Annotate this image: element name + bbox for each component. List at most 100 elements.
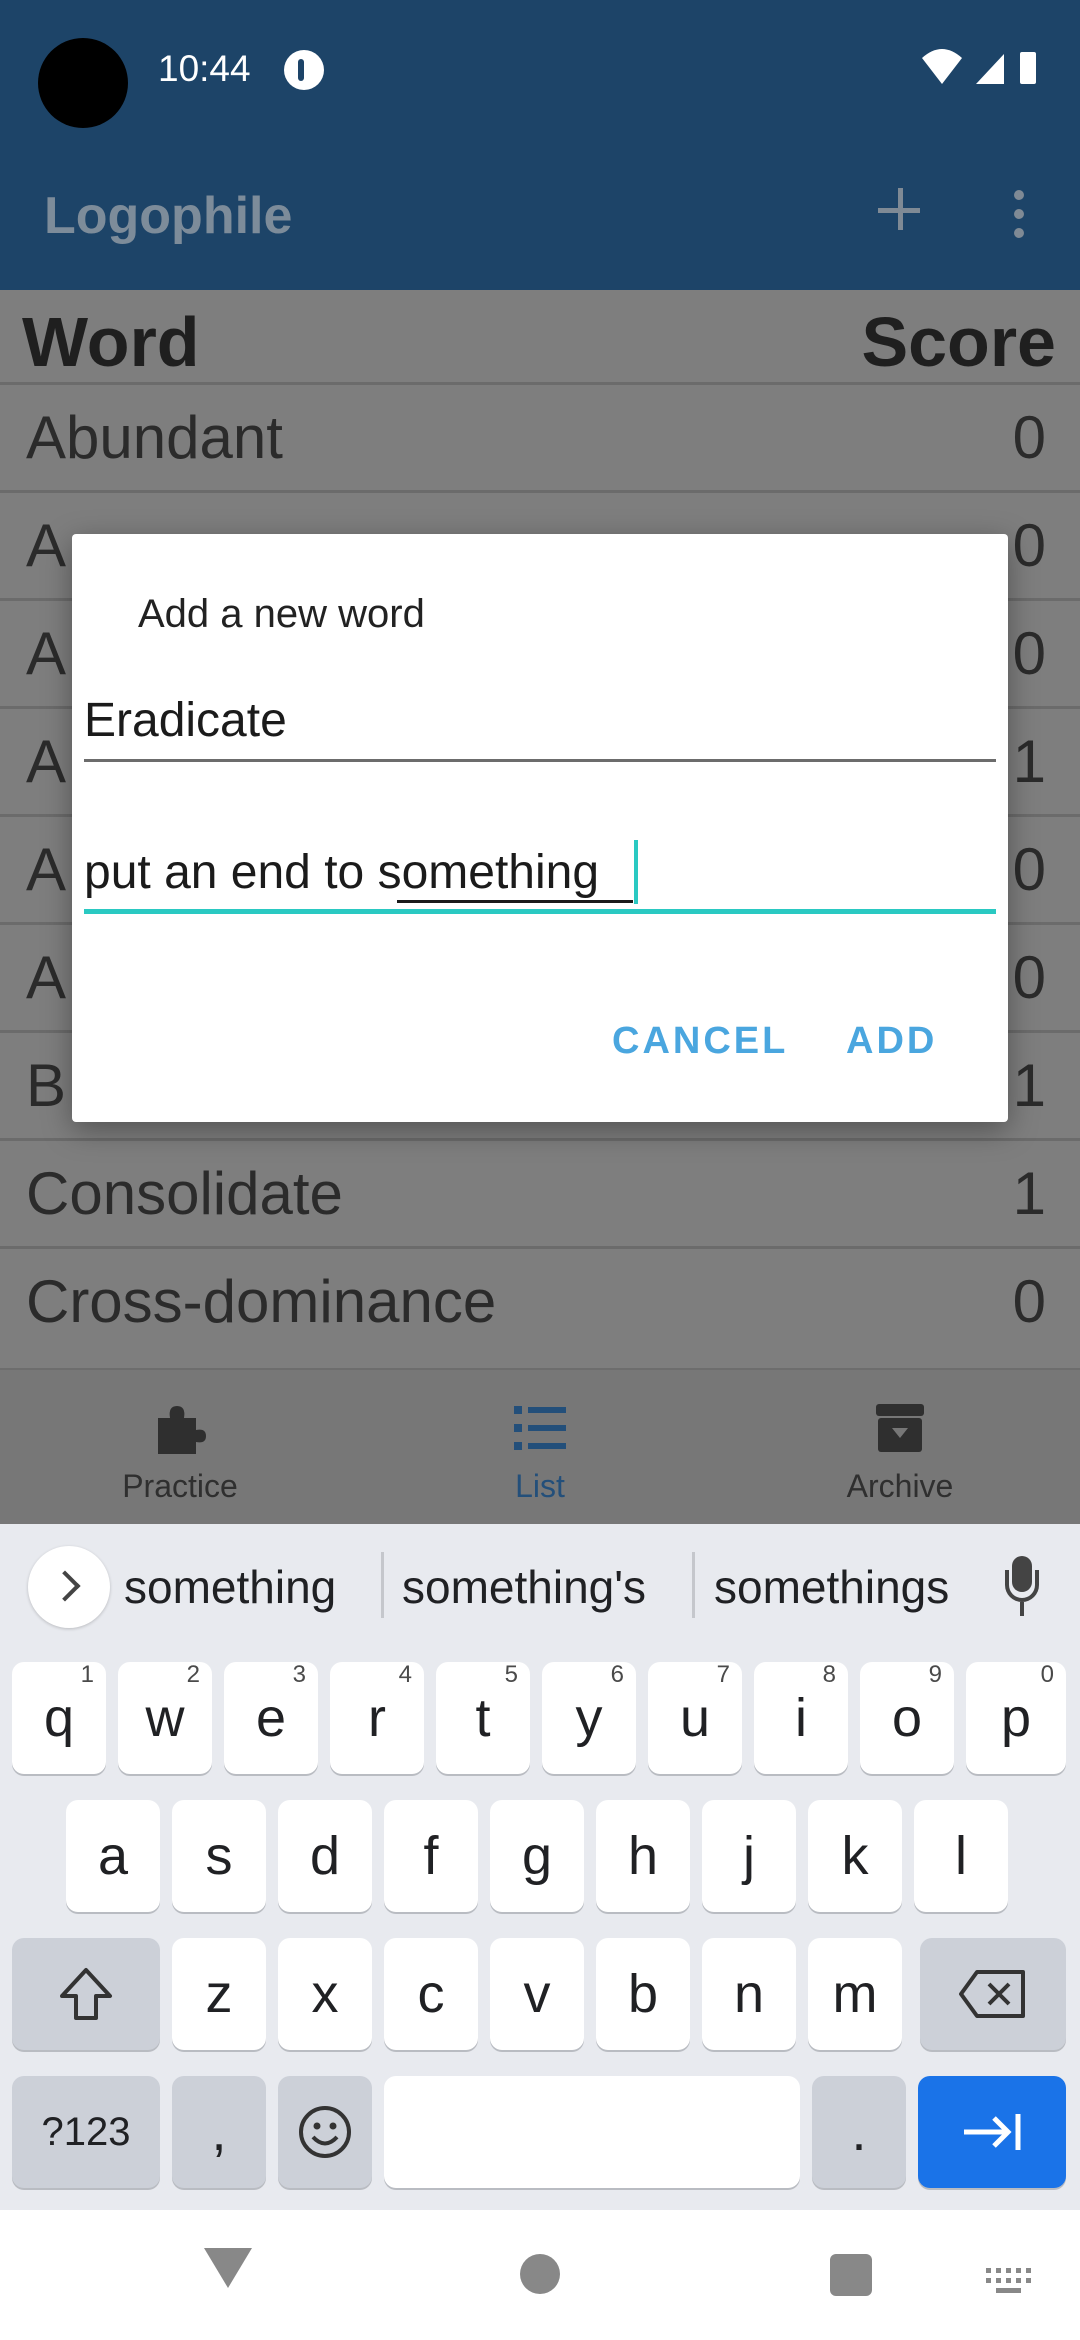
table-header: Word Score [0,290,1080,382]
mic-icon[interactable] [1004,1556,1044,1616]
key-b[interactable]: b [596,1938,690,2050]
status-time: 10:44 [158,48,251,89]
key-g[interactable]: g [490,1800,584,1912]
text-cursor [634,840,638,904]
more-vert-icon[interactable] [1010,188,1030,240]
key-v[interactable]: v [490,1938,584,2050]
key-j[interactable]: j [702,1800,796,1912]
word-field[interactable] [84,682,996,762]
row-score: 1 [1012,728,1046,795]
definition-input[interactable] [84,834,996,910]
emoji-key[interactable] [278,2076,372,2188]
definition-field[interactable] [84,834,996,914]
nav-practice[interactable]: Practice [0,1370,360,1526]
key-f[interactable]: f [384,1800,478,1912]
key-x[interactable]: x [278,1938,372,2050]
row-word: B [26,1052,67,1119]
signal-icon [976,54,1004,84]
shift-key[interactable] [12,1938,160,2050]
key-n[interactable]: n [702,1938,796,2050]
suggestion-strip: something something's somethings [0,1524,1080,1648]
key-c[interactable]: c [384,1938,478,2050]
suggestion[interactable]: somethings [714,1560,949,1614]
keyboard-switch-icon[interactable] [986,2268,1031,2294]
plus-icon[interactable] [876,186,926,236]
table-row[interactable]: Consolidate 1 [0,1138,1080,1246]
table-row[interactable]: Cross-dominance 0 [0,1246,1080,1368]
tab-arrow-icon [964,2114,1021,2150]
key-d[interactable]: d [278,1800,372,1912]
row-score: 1 [1012,1160,1046,1227]
puzzle-icon [158,1406,206,1454]
row-word: Consolidate [26,1160,343,1227]
nav-list[interactable]: List [360,1370,720,1526]
key-t[interactable]: t5 [436,1661,530,1774]
nav-label: Archive [846,1468,954,1504]
nav-label: List [515,1468,565,1504]
key-s[interactable]: s [172,1800,266,1912]
nav-label: Practice [122,1468,238,1504]
add-button[interactable]: ADD [846,1020,937,1063]
backspace-icon [959,1970,1025,2018]
key-w[interactable]: w2 [118,1661,212,1774]
row-score: 0 [1012,404,1046,471]
symbols-key[interactable]: ?123 [12,2076,160,2188]
row-word: A [26,944,67,1011]
key-o[interactable]: o9 [860,1661,954,1774]
list-icon [514,1406,566,1450]
row-word: A [26,728,67,795]
key-k[interactable]: k [808,1800,902,1912]
soft-keyboard: something something's somethings q1 w2 e… [0,1524,1080,2210]
key-h[interactable]: h [596,1800,690,1912]
word-input[interactable] [84,682,996,758]
table-row[interactable]: Abundant 0 [0,382,1080,490]
notification-icon [284,50,324,90]
shift-icon [60,1968,112,2020]
suggestion[interactable]: something's [402,1560,646,1614]
status-bar: 10:44 [0,0,1080,140]
period-key[interactable]: . [812,2076,906,2188]
backspace-key[interactable] [920,1938,1066,2050]
dialog-title: Add a new word [138,592,425,636]
bottom-navigation: Practice List Archive [0,1368,1080,1524]
row-score: 0 [1012,944,1046,1011]
key-y[interactable]: y6 [542,1661,636,1774]
nav-archive[interactable]: Archive [720,1370,1080,1526]
suggestion-divider [381,1552,384,1618]
space-key[interactable] [384,2076,800,2188]
wifi-icon [922,49,962,84]
row-word: A [26,620,67,687]
cancel-button[interactable]: CANCEL [612,1020,788,1063]
key-r[interactable]: r4 [330,1661,424,1774]
row-score: 0 [1012,512,1046,579]
chevron-right-icon[interactable] [28,1546,110,1628]
composing-underline [397,900,633,903]
recents-icon[interactable] [830,2254,872,2296]
emoji-icon [299,2106,351,2158]
header-score: Score [861,303,1056,381]
key-p[interactable]: p0 [966,1661,1066,1774]
home-icon[interactable] [520,2254,560,2294]
key-m[interactable]: m [808,1938,902,2050]
system-nav-bar [0,2210,1080,2340]
add-word-dialog: Add a new word CANCEL ADD [72,534,1008,1122]
enter-key[interactable] [918,2076,1066,2188]
app-title: Logophile [44,187,293,245]
key-e[interactable]: e3 [224,1661,318,1774]
comma-key[interactable]: , [172,2076,266,2188]
row-word: Abundant [26,404,283,471]
archive-icon [876,1404,924,1452]
suggestion-divider [692,1552,695,1618]
key-q[interactable]: q1 [12,1661,106,1774]
header-word: Word [22,303,200,381]
row-score: 1 [1012,1052,1046,1119]
key-a[interactable]: a [66,1800,160,1912]
suggestion[interactable]: something [124,1560,336,1614]
row-score: 0 [1012,620,1046,687]
key-i[interactable]: i8 [754,1661,848,1774]
back-icon[interactable] [204,2248,252,2288]
key-l[interactable]: l [914,1800,1008,1912]
key-u[interactable]: u7 [648,1661,742,1774]
key-z[interactable]: z [172,1938,266,2050]
system-status-icons [922,49,1036,84]
